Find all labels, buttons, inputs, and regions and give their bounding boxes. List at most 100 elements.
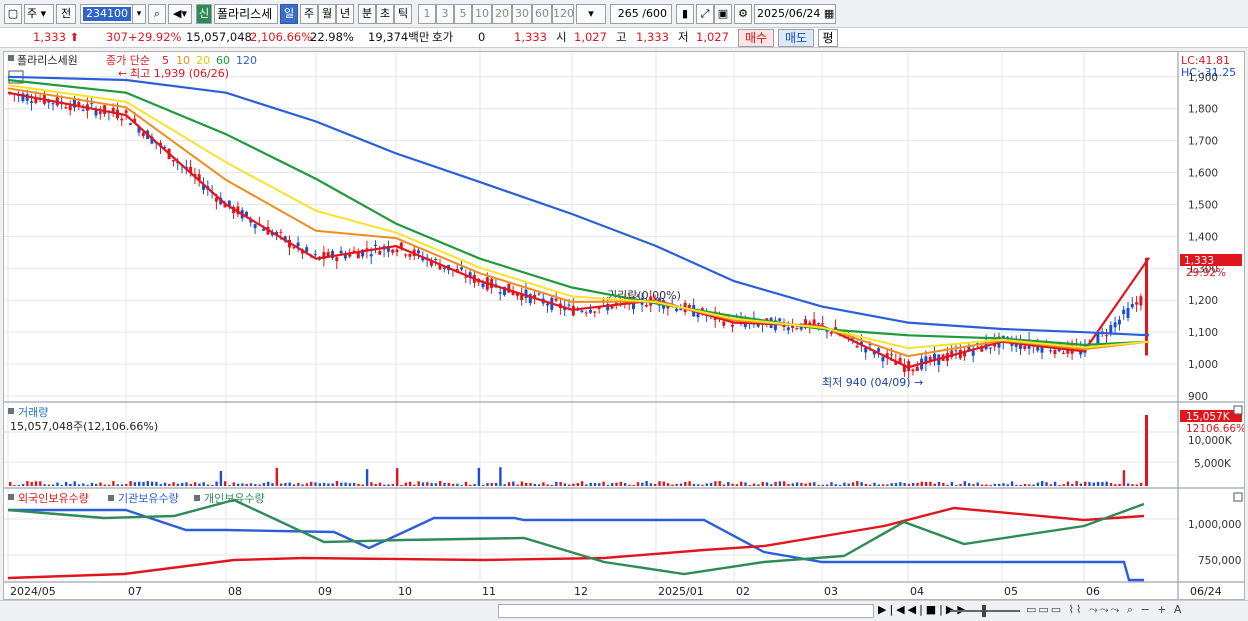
speaker-icon[interactable]: ◀▾: [168, 4, 192, 24]
volume-bar: [86, 484, 89, 486]
volume-bar: [327, 483, 330, 486]
new-button[interactable]: 신: [196, 4, 212, 24]
volume-bar: [26, 481, 29, 486]
stock-name-field[interactable]: 폴라리스세: [214, 4, 278, 24]
layout-icon[interactable]: ▢: [4, 4, 22, 24]
chart-svg[interactable]: 폴라리스세원 종가 단순 5 10 20 60 120 ← 최고 1,939 (…: [4, 52, 1246, 599]
sell-button[interactable]: 매도: [778, 29, 814, 47]
volume-bar: [985, 484, 988, 486]
candle-body: [877, 348, 881, 352]
volume-bar: [851, 482, 855, 486]
volume-bar: [370, 482, 373, 486]
interval-120[interactable]: 120: [552, 4, 574, 24]
tab-second[interactable]: 초: [376, 4, 394, 24]
volume-bar: [795, 482, 799, 486]
volume-bar: [155, 481, 158, 486]
search-icon[interactable]: ⌕: [148, 4, 166, 24]
candle-body: [1049, 350, 1053, 352]
volume-bar: [9, 482, 12, 486]
interval-1[interactable]: 1: [418, 4, 436, 24]
volume-bar: [542, 482, 545, 486]
close-icon[interactable]: [1233, 405, 1243, 415]
volume-bar: [1045, 482, 1048, 486]
tab-minute[interactable]: 분: [358, 4, 376, 24]
interval-5[interactable]: 5: [454, 4, 472, 24]
volume-bar: [993, 483, 997, 486]
candle-body: [567, 304, 571, 306]
candle-body: [90, 103, 94, 105]
volume-bar: [357, 483, 360, 486]
candle-body: [391, 249, 395, 253]
type-select[interactable]: 주 ▾: [24, 4, 54, 24]
candle-body: [675, 308, 678, 311]
zoom-slider-handle[interactable]: [982, 605, 986, 617]
draw-tool-icon[interactable]: ⤢: [696, 4, 714, 24]
volume-bar: [90, 482, 94, 486]
candle-body: [584, 312, 588, 314]
tab-month[interactable]: 월: [318, 4, 336, 24]
interval-3[interactable]: 3: [436, 4, 454, 24]
volume-bar: [533, 483, 536, 486]
gear-icon[interactable]: ⚙: [734, 4, 752, 24]
volume-bar: [1015, 484, 1018, 486]
volume-bar: [224, 481, 227, 486]
date-field[interactable]: 2025/06/24 ▦: [754, 4, 836, 24]
volume-bar: [206, 484, 210, 486]
volume-bar: [1010, 481, 1014, 486]
volume-bar: [791, 483, 794, 486]
volume-bar: [1032, 484, 1035, 486]
volume-bar: [95, 484, 98, 486]
volume-bar: [1066, 481, 1070, 486]
interval-10[interactable]: 10: [472, 4, 492, 24]
volume-value-text: 15,057,048주(12,106.66%): [10, 420, 158, 433]
interval-20[interactable]: 20: [492, 4, 512, 24]
tab-year[interactable]: 년: [336, 4, 354, 24]
candle-body: [81, 109, 85, 111]
close-icon[interactable]: [1233, 492, 1243, 502]
dropdown-arrow-icon[interactable]: ▾: [132, 4, 146, 24]
tab-week[interactable]: 주: [300, 4, 318, 24]
volume-bar: [254, 484, 257, 486]
chart-tools[interactable]: ▭▭▭ ⌇⌇ ⤳⤳⤳ ⌕ − + A: [1026, 603, 1183, 617]
trading-amount: 19,374백만: [368, 30, 430, 44]
eval-button[interactable]: 평: [818, 29, 838, 47]
chart-area[interactable]: 폴라리스세원 종가 단순 5 10 20 60 120 ← 최고 1,939 (…: [3, 51, 1246, 600]
volume-bar: [1058, 484, 1061, 486]
volume-bar: [525, 482, 528, 486]
volume-bar: [365, 469, 369, 486]
volume-bar: [439, 481, 442, 486]
save-icon[interactable]: ▣: [714, 4, 732, 24]
prev-button[interactable]: 전: [56, 4, 76, 24]
tab-tick[interactable]: 틱: [394, 4, 412, 24]
tab-day[interactable]: 일: [280, 4, 298, 24]
current-price-tag-text: 1,333: [1184, 255, 1214, 267]
volume-bar: [1135, 484, 1138, 486]
volume-bar: [417, 481, 420, 486]
candle-body: [1096, 333, 1100, 344]
interval-60[interactable]: 60: [532, 4, 552, 24]
buy-button[interactable]: 매수: [738, 29, 774, 47]
calendar-icon[interactable]: ▦: [824, 7, 834, 20]
ma-label: 종가 단순: [106, 54, 150, 67]
volume-bar: [47, 484, 51, 486]
volume-bar: [800, 482, 803, 486]
data-count-field[interactable]: 265 /600: [610, 4, 672, 24]
ma-60-line: [7, 78, 1150, 347]
candle-body: [593, 311, 597, 313]
candle-body: [395, 249, 399, 253]
volume-bar: [924, 481, 928, 486]
horizontal-scrollbar[interactable]: [498, 604, 874, 618]
candle-type-icon[interactable]: ▮: [676, 4, 694, 24]
interval-30[interactable]: 30: [512, 4, 532, 24]
volume-bar: [34, 481, 38, 486]
price-tick: 1,800: [1188, 104, 1218, 116]
volume-bar: [576, 483, 579, 486]
volume-bar: [378, 482, 382, 486]
volume-bar: [120, 484, 124, 486]
volume-bar: [391, 484, 395, 486]
volume-bar: [916, 482, 919, 486]
custom-interval-select[interactable]: ▾: [576, 4, 606, 24]
volume-bar: [602, 481, 605, 486]
volume-bar: [821, 484, 825, 486]
volume-bar: [494, 482, 498, 486]
